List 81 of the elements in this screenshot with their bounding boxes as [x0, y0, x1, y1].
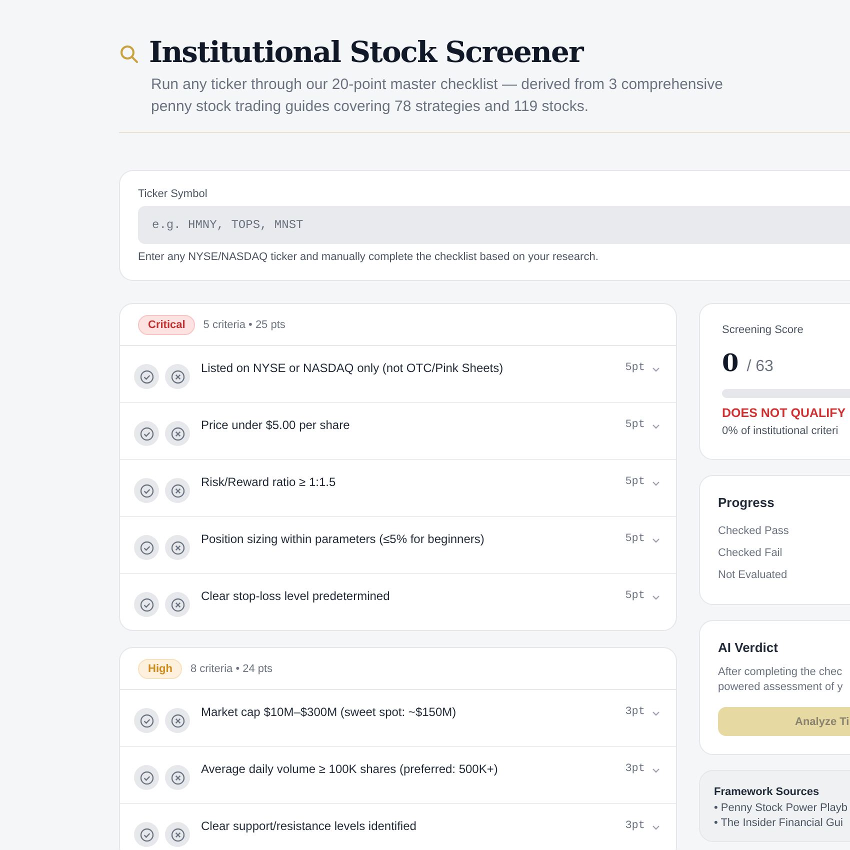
- criterion-text: Clear support/resistance levels identified: [201, 819, 418, 833]
- check-circle-icon: [140, 540, 154, 554]
- pass-button[interactable]: [134, 478, 159, 503]
- check-circle-icon: [140, 426, 154, 440]
- check-circle-icon: [140, 370, 154, 384]
- x-circle-icon: [170, 828, 184, 842]
- points-label: 3pt: [625, 763, 645, 775]
- x-circle-icon: [170, 770, 184, 784]
- fail-button[interactable]: [165, 822, 190, 847]
- points-label: 5pt: [625, 533, 645, 545]
- fail-button[interactable]: [165, 364, 190, 389]
- score-label: Screening Score: [722, 324, 804, 336]
- fail-button[interactable]: [165, 592, 190, 617]
- pass-button[interactable]: [134, 535, 159, 560]
- fail-button[interactable]: [165, 421, 190, 446]
- score-value: 0: [722, 348, 739, 377]
- ticker-input[interactable]: e.g. HMNY, TOPS, MNST: [138, 206, 850, 244]
- page-subtitle: Run any ticker through our 20-point master checklist — derived from 3 comprehensive penny stock trading guides covering 78 strategies and 119 stocks.: [151, 75, 724, 117]
- page-title: Institutional Stock Screener: [149, 34, 585, 70]
- points-label: 3pt: [625, 820, 645, 832]
- pass-button[interactable]: [134, 765, 159, 790]
- source-item: • The Insider Financial Gui: [714, 816, 844, 831]
- criteria-summary: 5 criteria • 25 pts: [203, 318, 286, 330]
- source-item: • Penny Stock Power Playb: [714, 801, 848, 816]
- chevron-icon[interactable]: [652, 538, 660, 543]
- criteria-summary: 8 criteria • 24 pts: [190, 662, 273, 674]
- x-circle-icon: [170, 598, 184, 612]
- x-circle-icon: [170, 370, 184, 384]
- progress-title: Progress: [718, 495, 776, 510]
- score-total: / 63: [746, 358, 774, 376]
- check-circle-icon: [140, 484, 154, 498]
- points-label: 5pt: [625, 476, 645, 488]
- fail-button[interactable]: [165, 708, 190, 733]
- progress-label: Checked Pass: [718, 524, 790, 539]
- criterion-text: Market cap $10M–$300M (sweet spot: ~$150M): [201, 705, 458, 719]
- check-circle-icon: [140, 828, 154, 842]
- chevron-icon[interactable]: [652, 711, 660, 716]
- check-circle-icon: [140, 714, 154, 728]
- chevron-icon[interactable]: [652, 481, 660, 486]
- fail-button[interactable]: [165, 765, 190, 790]
- field-hint: Enter any NYSE/NASDAQ ticker and manually complete the checklist based on your research.: [138, 251, 600, 263]
- search-icon: [119, 44, 139, 64]
- criterion-text: Clear stop-loss level predetermined: [201, 589, 391, 603]
- criterion-text: Listed on NYSE or NASDAQ only (not OTC/Pink Sheets): [201, 361, 504, 375]
- criterion-text: Price under $5.00 per share: [201, 418, 351, 432]
- chevron-icon[interactable]: [652, 367, 660, 372]
- check-circle-icon: [140, 598, 154, 612]
- criterion-text: Average daily volume ≥ 100K shares (preferred: 500K+): [201, 762, 499, 776]
- chevron-icon[interactable]: [652, 424, 660, 429]
- x-circle-icon: [170, 540, 184, 554]
- sources-title: Framework Sources: [714, 786, 820, 798]
- analyze-button[interactable]: Analyze Ti: [718, 707, 850, 736]
- score-note: 0% of institutional criteri: [722, 425, 840, 437]
- priority-badge: Critical: [138, 314, 196, 334]
- points-label: 5pt: [625, 362, 645, 374]
- pass-button[interactable]: [134, 421, 159, 446]
- chevron-icon[interactable]: [652, 595, 660, 600]
- x-circle-icon: [170, 714, 184, 728]
- points-label: 5pt: [625, 419, 645, 431]
- criterion-text: Position sizing within parameters (≤5% for beginners): [201, 532, 486, 546]
- pass-button[interactable]: [134, 708, 159, 733]
- fail-button[interactable]: [165, 478, 190, 503]
- progress-label: Not Evaluated: [718, 568, 788, 583]
- priority-badge: High: [138, 658, 182, 678]
- x-circle-icon: [170, 426, 184, 440]
- x-circle-icon: [170, 484, 184, 498]
- ai-verdict-title: AI Verdict: [718, 640, 779, 655]
- fail-button[interactable]: [165, 535, 190, 560]
- pass-button[interactable]: [134, 364, 159, 389]
- points-label: 3pt: [625, 706, 645, 718]
- chevron-icon[interactable]: [652, 825, 660, 830]
- verdict-text: DOES NOT QUALIFY: [722, 406, 847, 420]
- ai-verdict-text: After completing the chec powered assessment of y: [718, 665, 844, 695]
- points-label: 5pt: [625, 590, 645, 602]
- pass-button[interactable]: [134, 592, 159, 617]
- pass-button[interactable]: [134, 822, 159, 847]
- progress-label: Checked Fail: [718, 546, 784, 561]
- chevron-icon[interactable]: [652, 768, 660, 773]
- field-label: Ticker Symbol: [138, 188, 208, 200]
- criterion-text: Risk/Reward ratio ≥ 1:1.5: [201, 475, 337, 489]
- check-circle-icon: [140, 770, 154, 784]
